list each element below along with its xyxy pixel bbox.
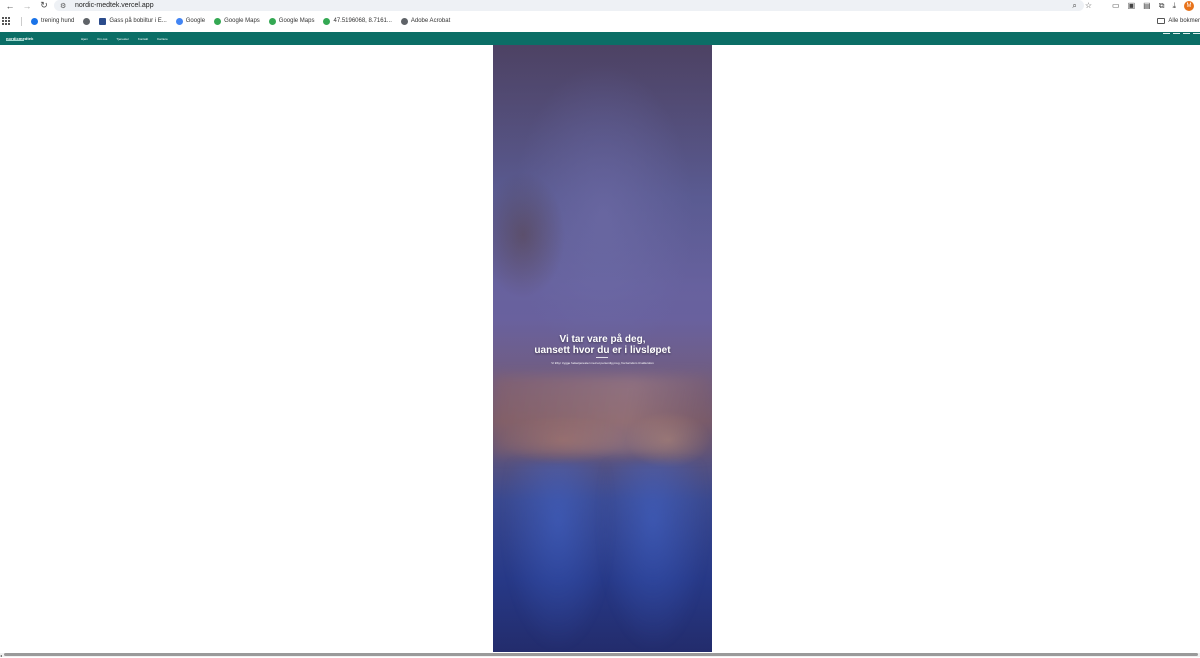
bookmark-favicon-icon bbox=[99, 17, 107, 25]
horizontal-scrollbar[interactable]: ◂ bbox=[0, 653, 1200, 658]
back-icon[interactable]: ← bbox=[3, 0, 17, 11]
menu-icon[interactable] bbox=[1163, 32, 1200, 45]
hero-title-line1: Vi tar vare på deg, bbox=[559, 334, 646, 345]
site-header: nordicmedtek Hjem Om oss Tjenester Konta… bbox=[0, 32, 1200, 45]
download-icon[interactable]: ⤓ bbox=[1172, 1, 1176, 11]
hero-title: Vi tar vare på deg, uansett hvor du er i… bbox=[493, 334, 712, 356]
bookmark-favicon-icon bbox=[31, 17, 38, 25]
scrollbar-thumb[interactable] bbox=[4, 653, 1198, 656]
logo-underline bbox=[6, 40, 24, 41]
bookmark-item[interactable]: Gass på bobiltur i E... bbox=[99, 17, 167, 25]
hero-divider bbox=[596, 357, 608, 358]
apps-icon[interactable] bbox=[2, 16, 11, 26]
bookmark-item[interactable]: Adobe Acrobat bbox=[400, 17, 450, 25]
address-bar[interactable]: ⚙ nordic-medtek.vercel.app bbox=[54, 0, 1084, 11]
hero-section: Vi tar vare på deg, uansett hvor du er i… bbox=[493, 45, 712, 652]
maps-pin-icon bbox=[323, 17, 331, 25]
nav-link-home[interactable]: Hjem bbox=[81, 37, 88, 41]
folder-icon bbox=[1157, 18, 1166, 24]
forward-icon[interactable]: → bbox=[20, 0, 34, 11]
screenshot-icon[interactable]: ▤ bbox=[1143, 1, 1151, 10]
puzzle-icon[interactable]: ⧉ bbox=[1159, 1, 1165, 11]
bookmarks-bar: trening hund Gass på bobiltur i E... Goo… bbox=[0, 15, 1200, 27]
hero-subtitle: Vi tilbyr trygge helsetjenester med et p… bbox=[551, 361, 654, 365]
hero-image-detail bbox=[493, 375, 712, 455]
cast-icon[interactable]: ▭ bbox=[1112, 1, 1120, 10]
hero-image-detail bbox=[598, 462, 708, 652]
maps-pin-icon bbox=[268, 17, 276, 25]
google-icon bbox=[175, 17, 183, 25]
browser-toolbar: ← → ↻ ⚙ nordic-medtek.vercel.app ⌕ ☆ ▭ ▣… bbox=[0, 0, 1200, 11]
bookmark-item[interactable]: Google Maps bbox=[214, 17, 260, 25]
site-nav: Hjem Om oss Tjenester Kontakt Karriere bbox=[81, 32, 168, 45]
avatar[interactable]: M bbox=[1184, 0, 1194, 11]
star-icon[interactable]: ☆ bbox=[1085, 1, 1092, 10]
bookmark-item[interactable]: Google Maps bbox=[268, 17, 314, 25]
globe-icon bbox=[83, 17, 91, 25]
nav-link-contact[interactable]: Kontakt bbox=[138, 37, 148, 41]
hero-image-detail bbox=[503, 462, 613, 652]
maps-pin-icon bbox=[214, 17, 222, 25]
nav-link-careers[interactable]: Karriere bbox=[157, 37, 168, 41]
toolbar-right: ▭ ▣ ▤ ⧉ ⤓ M bbox=[1112, 0, 1200, 11]
extension-icon[interactable]: ▣ bbox=[1128, 1, 1136, 10]
nav-link-services[interactable]: Tjenester bbox=[116, 37, 129, 41]
address-url[interactable]: nordic-medtek.vercel.app bbox=[75, 2, 154, 9]
bookmark-item[interactable] bbox=[83, 17, 91, 25]
bookmark-item[interactable]: Google bbox=[175, 17, 205, 25]
reload-icon[interactable]: ↻ bbox=[37, 0, 51, 11]
nav-link-about[interactable]: Om oss bbox=[97, 37, 107, 41]
zoom-icon[interactable]: ⌕ bbox=[1072, 1, 1076, 11]
site-settings-icon[interactable]: ⚙ bbox=[60, 2, 70, 10]
hero-title-line2: uansett hvor du er i livsløpet bbox=[534, 345, 671, 356]
address-bar-actions: ⌕ ☆ bbox=[1072, 0, 1092, 11]
bookmark-item[interactable]: 47.5196068, 8.7161... bbox=[323, 17, 392, 25]
bookmark-item[interactable]: trening hund bbox=[31, 17, 74, 25]
globe-icon bbox=[400, 17, 408, 25]
bookmarks-separator bbox=[21, 16, 22, 26]
scroll-left-icon[interactable]: ◂ bbox=[0, 653, 2, 658]
all-bookmarks[interactable]: Alle bokmer bbox=[1157, 15, 1200, 27]
